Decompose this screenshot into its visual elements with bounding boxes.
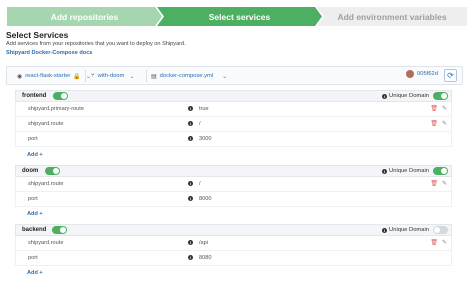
label-value: / [199, 181, 201, 187]
label-value: /api [199, 240, 209, 246]
divider [85, 70, 86, 82]
pencil-icon[interactable]: ✎ [442, 180, 447, 187]
info-icon[interactable]: i [188, 106, 193, 111]
service-header: doom i Unique Domain [15, 165, 452, 177]
info-icon[interactable]: i [188, 136, 193, 141]
repo-name: react-flask-starter [25, 73, 71, 79]
branch-select[interactable]: ⑂ with-doom ⌄ [91, 70, 134, 82]
unique-domain-toggle[interactable] [433, 167, 448, 175]
unique-domain-text: Unique Domain [389, 93, 429, 99]
service-enable-toggle[interactable] [52, 226, 67, 234]
trash-icon[interactable]: 🗑 [430, 120, 438, 127]
trash-icon[interactable]: 🗑 [430, 105, 438, 112]
page-description: Add services from your repositories that… [6, 41, 186, 47]
label-key: shipyard.route [28, 121, 64, 127]
service-name: frontend [22, 93, 47, 99]
repository-selector-bar: ◉ react-flask-starter 🔒 ⌄ ⑂ with-doom ⌄ … [6, 66, 463, 85]
info-icon[interactable]: i [188, 255, 193, 260]
step-label: Add environment variables [337, 11, 447, 22]
info-icon[interactable]: i [188, 121, 193, 126]
avatar [406, 70, 415, 78]
add-label-button[interactable]: Add + [27, 152, 43, 158]
divider [146, 70, 147, 82]
refresh-icon: ⟳ [447, 71, 454, 80]
table-row: port i 3000 [15, 132, 452, 147]
user-id: 005f62d [417, 71, 438, 77]
add-label-button[interactable]: Add + [27, 211, 43, 217]
service-header: backend i Unique Domain [15, 224, 452, 236]
label-key: port [28, 136, 38, 142]
service-name: doom [22, 168, 39, 174]
compose-file-name: docker-compose.yml [159, 73, 214, 79]
info-icon[interactable]: i [188, 181, 193, 186]
service-frontend: frontend i Unique Domain shipyard.primary… [15, 90, 452, 158]
table-row: shipyard.primary-route i true 🗑 ✎ [15, 102, 452, 117]
compose-file-select[interactable]: ▤ docker-compose.yml ⌄ [151, 70, 227, 82]
user-badge[interactable]: 005f62d [406, 70, 438, 78]
unique-domain-toggle[interactable] [433, 226, 448, 234]
info-icon[interactable]: i [188, 240, 193, 245]
stepper: Add repositories Select services Add env… [7, 7, 467, 26]
step-label: Add repositories [50, 11, 119, 22]
service-doom: doom i Unique Domain shipyard.route i / 🗑… [15, 165, 452, 217]
unique-domain-toggle[interactable] [433, 92, 448, 100]
label-key: port [28, 255, 38, 261]
step-label: Select services [208, 11, 271, 22]
label-value: 8000 [199, 196, 212, 202]
docker-compose-docs-link[interactable]: Shipyard Docker-Compose docs [6, 50, 92, 56]
unique-domain-text: Unique Domain [389, 168, 429, 174]
step-select-services[interactable]: Select services [157, 7, 322, 26]
label-key: shipyard.primary-route [28, 106, 84, 112]
table-row: shipyard.route i / 🗑 ✎ [15, 117, 452, 132]
step-add-environment-variables[interactable]: Add environment variables [317, 7, 467, 26]
table-row: port i 8000 [15, 192, 452, 207]
pencil-icon[interactable]: ✎ [442, 105, 447, 112]
chevron-down-icon: ⌄ [129, 73, 135, 80]
service-enable-toggle[interactable] [53, 92, 68, 100]
info-icon: i [382, 168, 388, 174]
branch-icon: ⑂ [91, 73, 95, 79]
service-name: backend [22, 227, 47, 233]
refresh-button[interactable]: ⟳ [444, 69, 457, 82]
page-title: Select Services [6, 30, 69, 40]
label-value: true [199, 106, 209, 112]
pencil-icon[interactable]: ✎ [442, 120, 447, 127]
table-row: port i 8080 [15, 251, 452, 266]
service-enable-toggle[interactable] [45, 167, 60, 175]
label-key: shipyard.route [28, 181, 64, 187]
table-row: shipyard.route i /api 🗑 ✎ [15, 236, 452, 251]
service-backend: backend i Unique Domain shipyard.route i … [15, 224, 452, 276]
file-icon: ▤ [151, 73, 157, 80]
branch-name: with-doom [97, 73, 125, 79]
info-icon: i [382, 227, 388, 233]
unique-domain-label: i Unique Domain [382, 168, 429, 174]
pencil-icon[interactable]: ✎ [442, 239, 447, 246]
lock-icon: 🔒 [73, 73, 81, 80]
github-icon: ◉ [17, 73, 23, 80]
info-icon: i [382, 93, 388, 99]
label-value: / [199, 121, 201, 127]
label-key: port [28, 196, 38, 202]
label-value: 8080 [199, 255, 212, 261]
table-row: shipyard.route i / 🗑 ✎ [15, 177, 452, 192]
unique-domain-label: i Unique Domain [382, 93, 429, 99]
trash-icon[interactable]: 🗑 [430, 239, 438, 246]
label-key: shipyard.route [28, 240, 64, 246]
chevron-down-icon: ⌄ [222, 73, 228, 80]
service-header: frontend i Unique Domain [15, 90, 452, 102]
label-value: 3000 [199, 136, 212, 142]
unique-domain-text: Unique Domain [389, 227, 429, 233]
unique-domain-label: i Unique Domain [382, 227, 429, 233]
add-label-button[interactable]: Add + [27, 270, 43, 276]
info-icon[interactable]: i [188, 196, 193, 201]
trash-icon[interactable]: 🗑 [430, 180, 438, 187]
repo-select[interactable]: ◉ react-flask-starter 🔒 ⌄ [17, 70, 91, 82]
step-add-repositories[interactable]: Add repositories [7, 7, 162, 26]
